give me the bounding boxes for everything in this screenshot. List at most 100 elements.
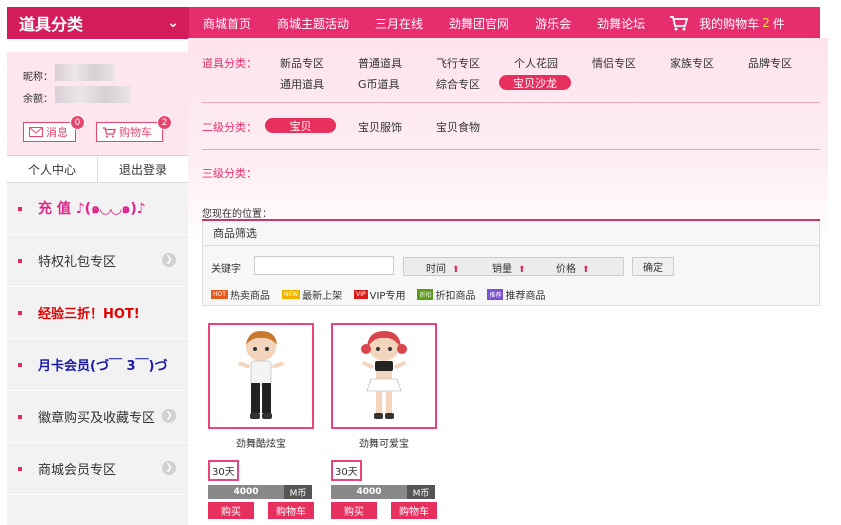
sidebar-cart-button[interactable]: 购物车 2 [96,115,172,142]
chevron-down-icon[interactable]: ⌄ [167,15,179,31]
action-row: 购买 购物车 [208,502,314,519]
duration-option[interactable]: 30天 [331,460,362,481]
cat-flying[interactable]: 飞行专区 [436,55,480,71]
bullet-icon [18,258,22,263]
main-content: 道具分类： 新品专区 普通道具 飞行专区 个人花园 情侣专区 家族专区 品牌专区… [188,38,828,525]
nav-theme-activity[interactable]: 商城主题活动 [263,15,349,32]
sort-sales[interactable]: 销量 ⬆ [492,260,526,275]
user-box: 昵称： 余额： 消息 0 购物车 2 [7,52,188,155]
boy-doll-icon [238,331,284,419]
tag-discount-label[interactable]: 折扣商品 [435,287,475,302]
level2-baby-clothes[interactable]: 宝贝服饰 [358,119,402,135]
vip-badge-icon: VIP [354,290,368,299]
arrow-up-icon: ⬆ [518,265,526,275]
tag-recommend-label[interactable]: 推荐商品 [505,287,545,302]
sidebar-item-label: 经验三折！HOT! [38,307,140,322]
product-image[interactable] [208,323,314,429]
bullet-icon [18,206,22,211]
nickname-label: 昵称： [23,72,53,83]
price-unit: M币 [284,485,312,499]
level2-label: 二级分类： [202,121,257,134]
sidebar-item-label: 特权礼包专区 [38,255,117,270]
sort-time[interactable]: 时间 ⬆ [426,260,460,275]
buy-button[interactable]: 购买 [331,502,377,519]
chevron-right-icon: ❯ [162,409,176,423]
product-name[interactable]: 劲舞可爱宝 [331,435,437,450]
price-unit: M币 [407,485,435,499]
cart-count: 2 [762,16,770,30]
hot-badge-icon: HOT [211,290,228,299]
product-name[interactable]: 劲舞酷炫宝 [208,435,314,450]
sidebar-item-label: 徽章购买及收藏专区 [38,411,156,426]
sidebar-item-exp-discount[interactable]: 经验三折！HOT! [7,287,188,339]
cat-couple[interactable]: 情侣专区 [592,55,636,71]
sidebar-item-badges[interactable]: 徽章购买及收藏专区 ❯ [7,391,188,443]
cat-new[interactable]: 新品专区 [280,55,324,71]
balance-value-blurred [55,86,131,103]
filter-panel: 商品筛选 关键字 时间 ⬆ 销量 ⬆ 价格 ⬆ 确定 HOT 热卖商品 NEW 最新上… [202,221,820,306]
price-value: 4000 [208,485,284,499]
price-row: 4000 M币 [208,485,314,499]
cat-general[interactable]: 通用道具 [280,76,324,92]
nav-march-online[interactable]: 三月在线 [361,15,423,32]
sidebar-item-privilege-pack[interactable]: 特权礼包专区 ❯ [7,235,188,287]
cat-brand[interactable]: 品牌专区 [748,55,792,71]
level2-baby-food[interactable]: 宝贝食物 [436,119,480,135]
sidebar-item-label: 月卡会员(づ￣ 3￣)づ [38,359,168,374]
price-value: 4000 [331,485,407,499]
arrow-up-icon: ⬆ [582,265,590,275]
girl-doll-icon [361,331,407,419]
tag-legend: HOT 热卖商品 NEW 最新上架 VIP VIP专用 折扣 折扣商品 推荐 推… [211,287,545,302]
add-to-cart-button[interactable]: 购物车 [268,502,314,519]
sidebar: 昵称： 余额： 消息 0 购物车 2 个人中心 退出登录 充 值 ♪(๑◡◡๑)… [7,52,188,525]
filter-title: 商品筛选 [203,221,819,246]
tag-new-label[interactable]: 最新上架 [302,287,342,302]
message-badge: 0 [70,115,85,130]
cat-baby-salon[interactable]: 宝贝沙龙 [499,75,571,90]
recommend-badge-icon: 推荐 [487,289,504,300]
message-button[interactable]: 消息 0 [23,115,85,142]
product-image[interactable] [331,323,437,429]
nav-home[interactable]: 商城首页 [189,15,251,32]
message-label: 消息 [46,126,68,139]
category-title[interactable]: 道具分类 ⌄ [7,7,189,39]
sidebar-item-label: 充 值 ♪(๑◡◡๑)♪ [38,200,146,217]
personal-center-link[interactable]: 个人中心 [7,156,98,182]
price-row: 4000 M币 [331,485,437,499]
bullet-icon [18,466,22,471]
nav-forum[interactable]: 劲舞论坛 [583,15,645,32]
buy-button[interactable]: 购买 [208,502,254,519]
nav-official-site[interactable]: 劲舞团官网 [435,15,509,32]
cat-gcoin[interactable]: G币道具 [358,76,400,92]
tag-vip-label[interactable]: VIP专用 [370,287,406,302]
tag-hot-label[interactable]: 热卖商品 [230,287,270,302]
account-row: 个人中心 退出登录 [7,155,188,183]
cat-garden[interactable]: 个人花园 [514,55,558,71]
new-badge-icon: NEW [281,290,301,299]
main-nav: 商城首页 商城主题活动 三月在线 劲舞团官网 游乐会 劲舞论坛 [189,7,657,39]
sidebar-item-recharge[interactable]: 充 值 ♪(๑◡◡๑)♪ [7,183,188,235]
cat-mixed[interactable]: 综合专区 [436,76,480,92]
logout-link[interactable]: 退出登录 [98,156,188,182]
bullet-icon [18,414,22,419]
sort-price[interactable]: 价格 ⬆ [556,260,590,275]
sidebar-item-member-zone[interactable]: 商城会员专区 ❯ [7,443,188,495]
sidebar-item-monthly-vip[interactable]: 月卡会员(づ￣ 3￣)づ [7,339,188,391]
sidebar-item-label: 商城会员专区 [38,463,117,478]
nav-fun-club[interactable]: 游乐会 [521,15,571,32]
sort-bar: 时间 ⬆ 销量 ⬆ 价格 ⬆ [403,257,624,276]
product-card: 劲舞酷炫宝 30天 4000 M币 购买 购物车 [208,323,314,519]
confirm-button[interactable]: 确定 [632,257,674,276]
keyword-input[interactable] [254,256,394,275]
shopping-cart-icon [670,16,689,31]
cat-family[interactable]: 家族专区 [670,55,714,71]
my-cart-link[interactable]: 我的购物车 2 件 [669,15,785,32]
sidebar-cart-badge: 2 [157,115,172,130]
level2-baby[interactable]: 宝贝 [265,118,336,133]
duration-option[interactable]: 30天 [208,460,239,481]
cart-suffix: 件 [772,16,785,31]
cat-normal[interactable]: 普通道具 [358,55,402,71]
chevron-right-icon: ❯ [162,461,176,475]
divider [202,102,820,103]
add-to-cart-button[interactable]: 购物车 [391,502,437,519]
